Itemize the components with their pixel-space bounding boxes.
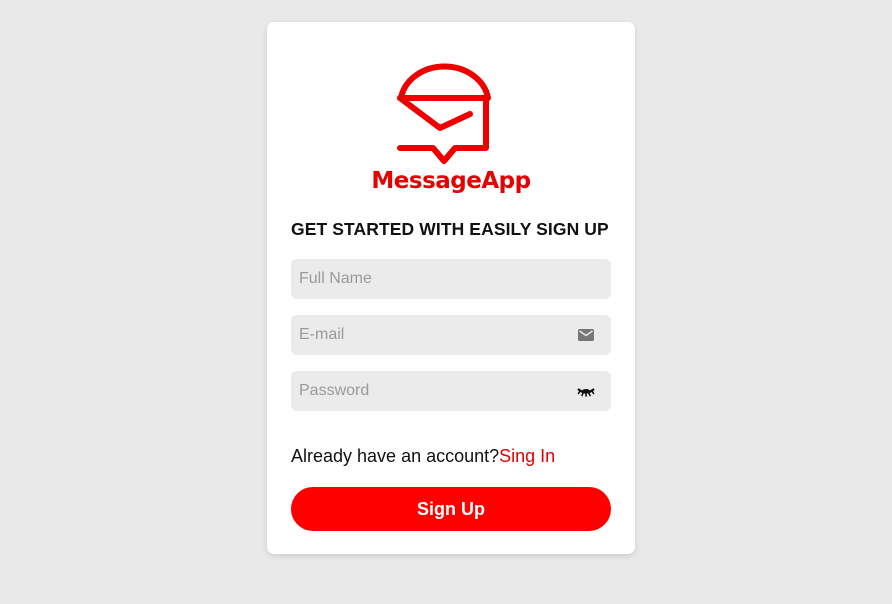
email-field[interactable] — [291, 315, 611, 355]
signup-card: MessageApp GET STARTED WITH EASILY SIGN … — [267, 22, 635, 554]
signin-link[interactable]: Sing In — [499, 446, 555, 466]
message-app-logo-icon — [397, 63, 491, 164]
password-input[interactable] — [291, 371, 611, 411]
password-field[interactable] — [291, 371, 611, 411]
eye-closed-icon[interactable] — [577, 383, 595, 399]
full-name-input[interactable] — [291, 259, 611, 299]
page-title: GET STARTED WITH EASILY SIGN UP — [291, 219, 609, 239]
signin-prompt: Already have an account?Sing In — [291, 446, 555, 467]
signin-prompt-text: Already have an account? — [291, 446, 500, 466]
signup-button[interactable]: Sign Up — [291, 487, 611, 531]
brand-name: MessageApp — [371, 168, 531, 194]
email-input[interactable] — [291, 315, 611, 355]
logo: MessageApp — [267, 58, 635, 198]
full-name-field[interactable] — [291, 259, 611, 299]
mail-icon — [578, 329, 594, 341]
